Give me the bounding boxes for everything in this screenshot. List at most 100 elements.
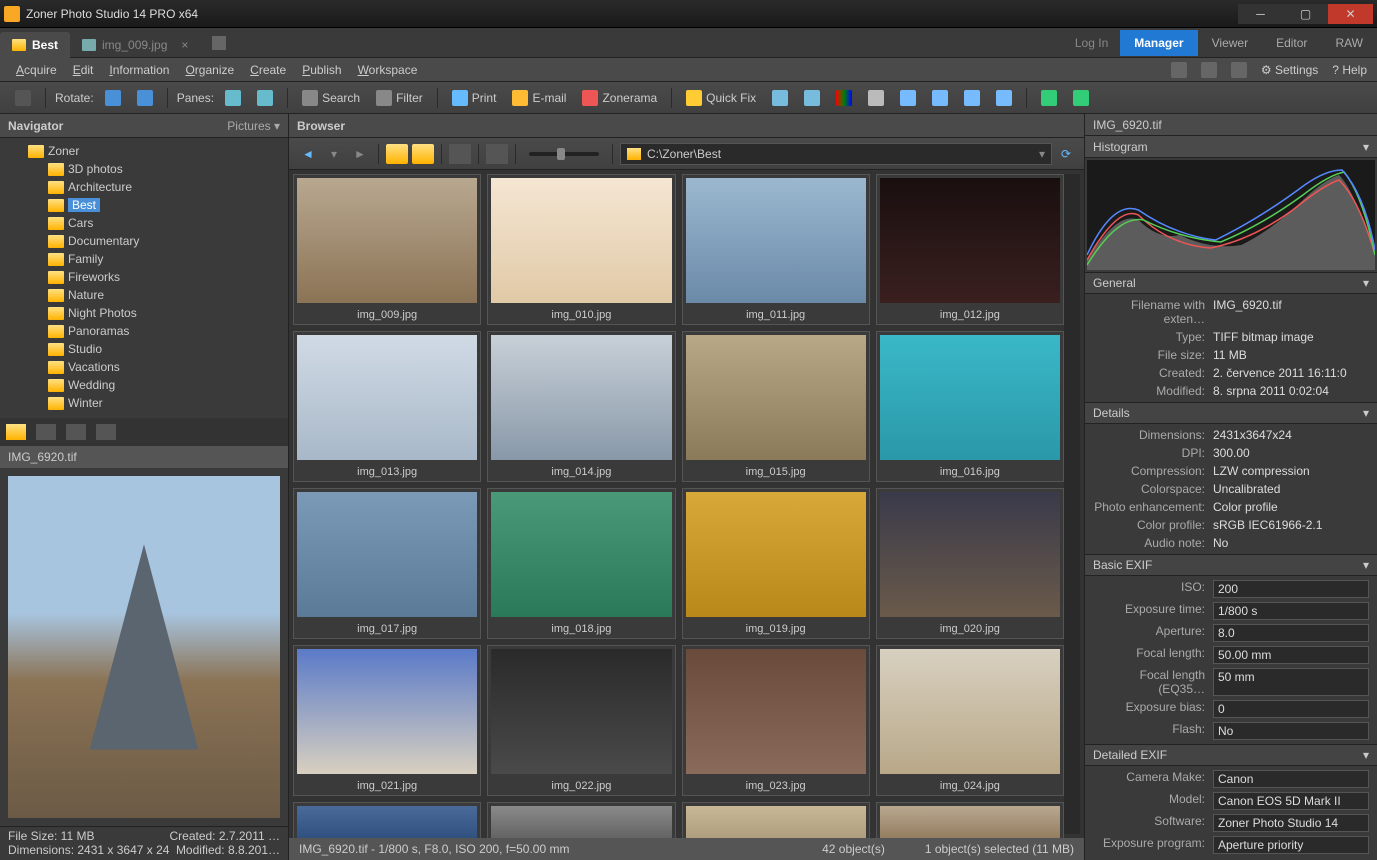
tree-folder[interactable]: 3D photos — [0, 160, 288, 178]
globe-icon[interactable] — [1231, 62, 1247, 78]
thumbnail[interactable]: img_017.jpg — [293, 488, 481, 639]
edit-icon[interactable] — [212, 36, 226, 50]
tool-h8[interactable] — [991, 87, 1017, 109]
mail-icon[interactable] — [1171, 62, 1187, 78]
property-value[interactable]: Canon — [1213, 770, 1369, 788]
menu-information[interactable]: Information — [103, 61, 175, 79]
thumbnail[interactable]: img_015.jpg — [682, 331, 870, 482]
thumbnail[interactable]: img_011.jpg — [682, 174, 870, 325]
badge-icon[interactable] — [1201, 62, 1217, 78]
tree-folder[interactable]: Best — [0, 196, 288, 214]
tree-folder[interactable]: Architecture — [0, 178, 288, 196]
filter-button[interactable]: Filter — [371, 87, 428, 109]
preview-pane[interactable] — [0, 468, 288, 826]
property-value[interactable]: Zoner Photo Studio 14 — [1213, 814, 1369, 832]
close-tab-icon[interactable]: × — [181, 38, 188, 52]
menu-organize[interactable]: Organize — [179, 61, 240, 79]
fav-folder-button[interactable] — [412, 144, 434, 164]
thumbnail[interactable] — [876, 802, 1064, 838]
thumbnail[interactable]: img_016.jpg — [876, 331, 1064, 482]
mode-raw[interactable]: RAW — [1321, 30, 1377, 56]
rotate-right-button[interactable] — [132, 87, 158, 109]
tree-folder[interactable]: Vacations — [0, 358, 288, 376]
tree-folder[interactable]: Night Photos — [0, 304, 288, 322]
tree-folder[interactable]: Studio — [0, 340, 288, 358]
pane1-button[interactable] — [220, 87, 246, 109]
settings-link[interactable]: ⚙ Settings — [1261, 63, 1318, 77]
thumb-size-slider[interactable] — [529, 152, 599, 156]
menu-edit[interactable]: Edit — [67, 61, 100, 79]
thumbnail[interactable]: img_021.jpg — [293, 645, 481, 796]
thumbnail[interactable]: img_020.jpg — [876, 488, 1064, 639]
property-value[interactable]: 8.0 — [1213, 624, 1369, 642]
section-header[interactable]: Basic EXIF▾ — [1085, 554, 1377, 576]
camera-button[interactable] — [10, 87, 36, 109]
menu-acquire[interactable]: Acquire — [10, 61, 63, 79]
tree-btn-3[interactable] — [66, 424, 86, 440]
help-link[interactable]: ? Help — [1332, 63, 1367, 77]
tool-h7[interactable] — [959, 87, 985, 109]
login-link[interactable]: Log In — [1063, 36, 1120, 50]
tree-folder[interactable]: Winter — [0, 394, 288, 412]
tab-best[interactable]: Best — [0, 32, 70, 58]
mode-manager[interactable]: Manager — [1120, 30, 1197, 56]
menu-create[interactable]: Create — [244, 61, 292, 79]
thumbnail[interactable] — [487, 802, 675, 838]
view-button[interactable] — [486, 144, 508, 164]
tree-folder[interactable]: Wedding — [0, 376, 288, 394]
tree-folder[interactable]: Family — [0, 250, 288, 268]
thumbnail[interactable]: img_013.jpg — [293, 331, 481, 482]
thumbnail[interactable] — [293, 802, 481, 838]
tool-h4[interactable] — [863, 87, 889, 109]
section-header[interactable]: Details▾ — [1085, 402, 1377, 424]
up-folder-button[interactable] — [386, 144, 408, 164]
tree-folder[interactable]: Documentary — [0, 232, 288, 250]
tab-image[interactable]: img_009.jpg × — [70, 32, 200, 58]
thumbnail[interactable]: img_018.jpg — [487, 488, 675, 639]
thumbnail[interactable]: img_014.jpg — [487, 331, 675, 482]
search-button[interactable]: Search — [297, 87, 365, 109]
close-button[interactable]: ✕ — [1328, 4, 1373, 24]
mode-editor[interactable]: Editor — [1262, 30, 1321, 56]
property-value[interactable]: 200 — [1213, 580, 1369, 598]
refresh-button[interactable]: ⟳ — [1056, 144, 1076, 164]
path-input[interactable]: C:\Zoner\Best ▾ — [620, 143, 1052, 165]
tree-folder[interactable]: Fireworks — [0, 268, 288, 286]
print-button[interactable]: Print — [447, 87, 502, 109]
section-header[interactable]: Detailed EXIF▾ — [1085, 744, 1377, 766]
tool-h2[interactable] — [799, 87, 825, 109]
menu-workspace[interactable]: Workspace — [352, 61, 424, 79]
thumbnail[interactable]: img_009.jpg — [293, 174, 481, 325]
thumbnail[interactable]: img_010.jpg — [487, 174, 675, 325]
property-value[interactable]: Aperture priority — [1213, 836, 1369, 854]
tree-folder[interactable]: Nature — [0, 286, 288, 304]
section-header[interactable]: General▾ — [1085, 272, 1377, 294]
rotate-left-button[interactable] — [100, 87, 126, 109]
tree-root[interactable]: Zoner — [0, 142, 288, 160]
maximize-button[interactable]: ▢ — [1283, 4, 1328, 24]
tool-g1[interactable] — [1036, 87, 1062, 109]
thumbnail[interactable]: img_022.jpg — [487, 645, 675, 796]
back-drop-button[interactable]: ▾ — [323, 143, 345, 165]
tree-btn-2[interactable] — [36, 424, 56, 440]
tool-h1[interactable] — [767, 87, 793, 109]
property-value[interactable]: 1/800 s — [1213, 602, 1369, 620]
forward-button[interactable]: ► — [349, 143, 371, 165]
tool-rainbow[interactable] — [831, 87, 857, 109]
scrollbar[interactable] — [1064, 174, 1080, 834]
zonerama-button[interactable]: Zonerama — [577, 87, 662, 109]
thumbnail[interactable]: img_019.jpg — [682, 488, 870, 639]
back-button[interactable]: ◄ — [297, 143, 319, 165]
pane2-button[interactable] — [252, 87, 278, 109]
property-value[interactable]: 0 — [1213, 700, 1369, 718]
mode-viewer[interactable]: Viewer — [1198, 30, 1262, 56]
tool-h6[interactable] — [927, 87, 953, 109]
tree-btn-1[interactable] — [6, 424, 26, 440]
navigator-dropdown[interactable]: Pictures ▾ — [227, 119, 280, 133]
menu-publish[interactable]: Publish — [296, 61, 347, 79]
tree-folder[interactable]: Cars — [0, 214, 288, 232]
tool-h5[interactable] — [895, 87, 921, 109]
property-value[interactable]: 50 mm — [1213, 668, 1369, 696]
thumbnail[interactable]: img_012.jpg — [876, 174, 1064, 325]
tool-g2[interactable] — [1068, 87, 1094, 109]
